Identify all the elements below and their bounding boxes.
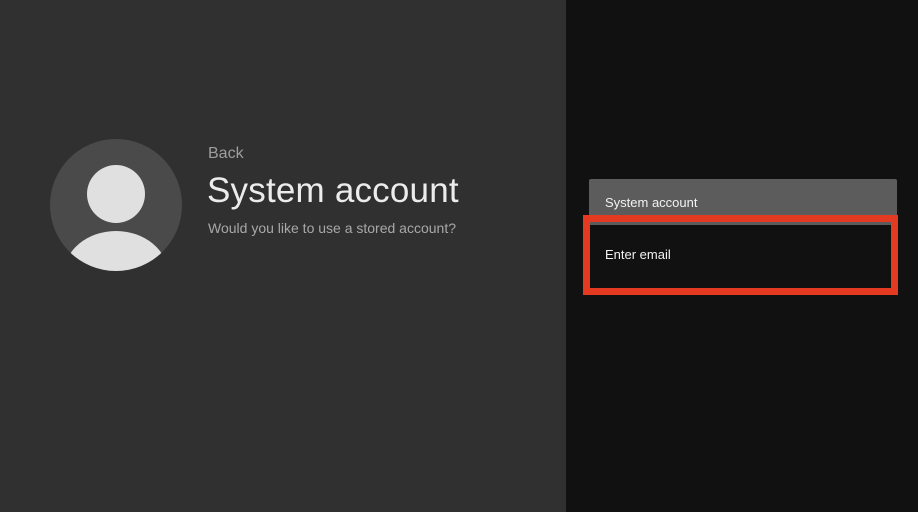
option-system-account[interactable]: System account [589,179,897,225]
user-avatar-icon [50,139,182,271]
screen: Back System account Would you like to us… [0,0,918,512]
guidance-panel: Back System account Would you like to us… [0,0,566,512]
option-enter-email-label: Enter email [605,246,671,262]
page-subtitle: Would you like to use a stored account? [208,220,457,236]
option-enter-email[interactable]: Enter email [589,225,897,283]
back-link[interactable]: Back [208,145,244,163]
page-title: System account [207,171,459,210]
option-system-account-label: System account [605,194,698,210]
